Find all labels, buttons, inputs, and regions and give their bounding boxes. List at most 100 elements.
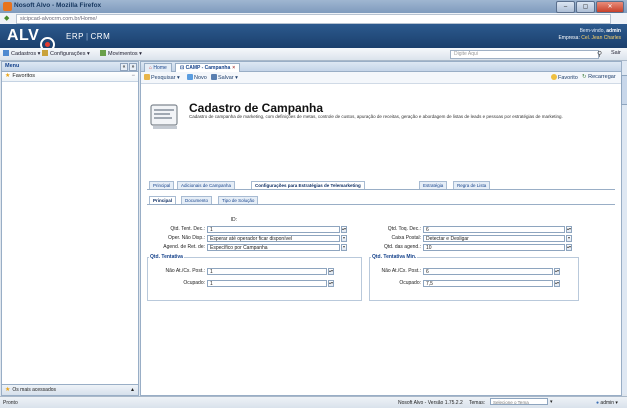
ocupado-stepper[interactable]: ▴▾: [328, 280, 334, 287]
tab-estrategia[interactable]: Estratégia: [419, 181, 448, 189]
toq-dec-stepper[interactable]: ▴▾: [566, 226, 572, 233]
reload-icon: ↻: [582, 74, 587, 80]
tab-telemarketing[interactable]: Configurações para Estratégias de Telema…: [251, 181, 365, 189]
tab-adicionais[interactable]: Adicionais de Campanha: [177, 181, 236, 189]
minimize-button[interactable]: –: [556, 1, 575, 13]
tent-dec-stepper[interactable]: ▴▾: [341, 226, 347, 233]
url-field[interactable]: sicipcad-alvocrm.com.br/Home/: [16, 14, 611, 24]
logout-button[interactable]: Sair: [611, 50, 621, 56]
agend-dropdown-icon[interactable]: ▾: [341, 244, 347, 251]
star-icon: ★: [5, 73, 11, 79]
expand-icon[interactable]: −: [131, 72, 135, 81]
status-ready: Pronto: [3, 400, 18, 406]
ocupado-field[interactable]: 1: [207, 280, 327, 287]
oper-label: Oper. Não Disp.:: [168, 235, 205, 241]
search-icon[interactable]: ⚲: [597, 50, 602, 58]
messages-panel-tab[interactable]: [621, 75, 627, 105]
window-title: Nosoft Alvo - Mozilla Firefox: [14, 2, 102, 9]
star-icon: ★: [5, 387, 11, 393]
tools-icon: [42, 50, 48, 56]
ocupado-min-label: Ocupado:: [399, 280, 421, 286]
menu-movimentos[interactable]: Movimentos ▾: [100, 50, 142, 57]
browser-title-bar: Nosoft Alvo - Mozilla Firefox – ▢ ✕: [0, 0, 627, 13]
subtab-tipo-solucao[interactable]: Tipo de Solução: [218, 196, 259, 204]
nao-at-stepper[interactable]: ▴▾: [328, 268, 334, 275]
toq-dec-field[interactable]: 6: [423, 226, 565, 233]
status-bar: Pronto Nosoft Alvo - Versão 1.75.2.2 Tem…: [0, 396, 627, 408]
reload-button[interactable]: ↻ Recarregar: [582, 74, 616, 80]
tent-dec-field[interactable]: 1: [207, 226, 340, 233]
close-tab-icon: ×: [232, 65, 236, 71]
section-tabs: Principal Adicionais de Campanha Configu…: [147, 180, 615, 190]
subtab-principal[interactable]: Principal: [149, 196, 177, 204]
window-controls: – ▢ ✕: [555, 1, 624, 13]
menu-cadastros[interactable]: Cadastros ▾: [3, 50, 40, 57]
filter-icon: [144, 74, 150, 80]
main-panel: ⌂ Home ⊡ CAMP - Campanha × Pesquisar ▾ No…: [140, 61, 622, 396]
subtab-documento[interactable]: Documento: [181, 196, 213, 204]
sidebar-tool-icon[interactable]: »: [129, 63, 137, 71]
toolbar: Pesquisar ▾ Novo Salvar ▾ Favorito ↻ Rec…: [141, 72, 621, 84]
user-icon: ●: [596, 400, 600, 406]
home-icon: ⌂: [149, 65, 153, 71]
nao-at-label: Não At./Cx. Post.:: [165, 268, 205, 274]
ocupado-min-stepper[interactable]: ▴▾: [554, 280, 560, 287]
caixa-dropdown-icon[interactable]: ▾: [566, 235, 572, 242]
search-button[interactable]: Pesquisar ▾: [144, 74, 180, 81]
new-icon: [187, 74, 193, 80]
app-header: ALVo ERP|CRM Bem-vindo, admin Empresa: C…: [0, 24, 627, 52]
tab-regra-lista[interactable]: Regra de Lista: [453, 181, 491, 189]
tentativa-legend: Qtd. Tentativa: [149, 254, 184, 260]
expand-icon[interactable]: ▴: [131, 385, 134, 395]
right-collapsed-panel: [621, 61, 627, 394]
qtd-agend-stepper[interactable]: ▴▾: [566, 244, 572, 251]
empresa-value[interactable]: Cel. Jean Charles: [581, 35, 621, 41]
oper-dropdown-icon[interactable]: ▾: [341, 235, 347, 242]
sub-tabs: Principal Documento Tipo de Solução: [147, 195, 615, 205]
nao-at-min-field[interactable]: 6: [423, 268, 553, 275]
agend-ret-select[interactable]: Específico por Campanha: [207, 244, 340, 251]
nao-at-min-stepper[interactable]: ▴▾: [554, 268, 560, 275]
user-menu[interactable]: ● admin ▾: [596, 400, 618, 406]
new-button[interactable]: Novo: [187, 74, 207, 81]
caixa-postal-select[interactable]: Detectar e Desligar: [423, 235, 565, 242]
qtd-agend-field[interactable]: 10: [423, 244, 565, 251]
tentativa-min-fieldset: Qtd. Tentativa Min.: [369, 254, 579, 301]
page-title: Cadastro de Campanha: [189, 101, 324, 115]
collapse-icon[interactable]: «: [120, 63, 128, 71]
menu-bar: Cadastros ▾ Configurações ▾ Movimentos ▾…: [0, 48, 627, 61]
tab-campanha[interactable]: ⊡ CAMP - Campanha ×: [175, 63, 241, 72]
caixa-postal-label: Caixa Postal:: [391, 235, 421, 241]
search-input[interactable]: Digite Aqui: [450, 50, 599, 59]
tab-principal[interactable]: Principal: [149, 181, 175, 189]
tab-home[interactable]: ⌂ Home: [144, 63, 172, 72]
movimentos-icon: [100, 50, 106, 56]
save-button[interactable]: Salvar ▾: [211, 74, 238, 81]
empresa-label: Empresa:: [558, 35, 580, 41]
welcome-user[interactable]: admin: [606, 28, 621, 34]
favorite-button[interactable]: Favorito: [551, 74, 578, 81]
welcome-box: Bem-vindo, admin Empresa: Cel. Jean Char…: [558, 28, 621, 41]
page-description: Cadastro de campanha de marketing, com d…: [189, 114, 563, 119]
oper-select[interactable]: Esperar até operador ficar disponível: [207, 235, 340, 242]
save-icon: [211, 74, 217, 80]
tentativa-min-legend: Qtd. Tentativa Min.: [371, 254, 418, 260]
nao-at-field[interactable]: 1: [207, 268, 327, 275]
document-tabs: ⌂ Home ⊡ CAMP - Campanha ×: [141, 62, 621, 72]
firefox-icon: [3, 2, 12, 11]
theme-select[interactable]: Selecione o Tema: [490, 398, 548, 405]
site-icon: ◆: [4, 15, 10, 22]
cadastros-icon: [3, 50, 9, 56]
form-panel: ID: Qtd. Tent. Dec.: 1 ▴▾ Oper. Não Disp…: [147, 205, 615, 387]
sidebar-header: Menu « »: [2, 62, 138, 72]
favorite-icon: [551, 74, 557, 80]
ocupado-min-field[interactable]: 7,5: [423, 280, 553, 287]
most-accessed-bar[interactable]: ★ Os mais acessados ▴: [2, 384, 138, 395]
theme-dropdown-icon[interactable]: ▾: [550, 399, 553, 405]
favorites-item[interactable]: ★ Favoritos −: [2, 72, 138, 82]
maximize-button[interactable]: ▢: [576, 1, 595, 13]
nao-at-min-label: Não At./Cx. Post.:: [381, 268, 421, 274]
campaign-icon: [150, 104, 178, 129]
close-button[interactable]: ✕: [596, 1, 624, 13]
menu-configuracoes[interactable]: Configurações ▾: [42, 50, 90, 57]
